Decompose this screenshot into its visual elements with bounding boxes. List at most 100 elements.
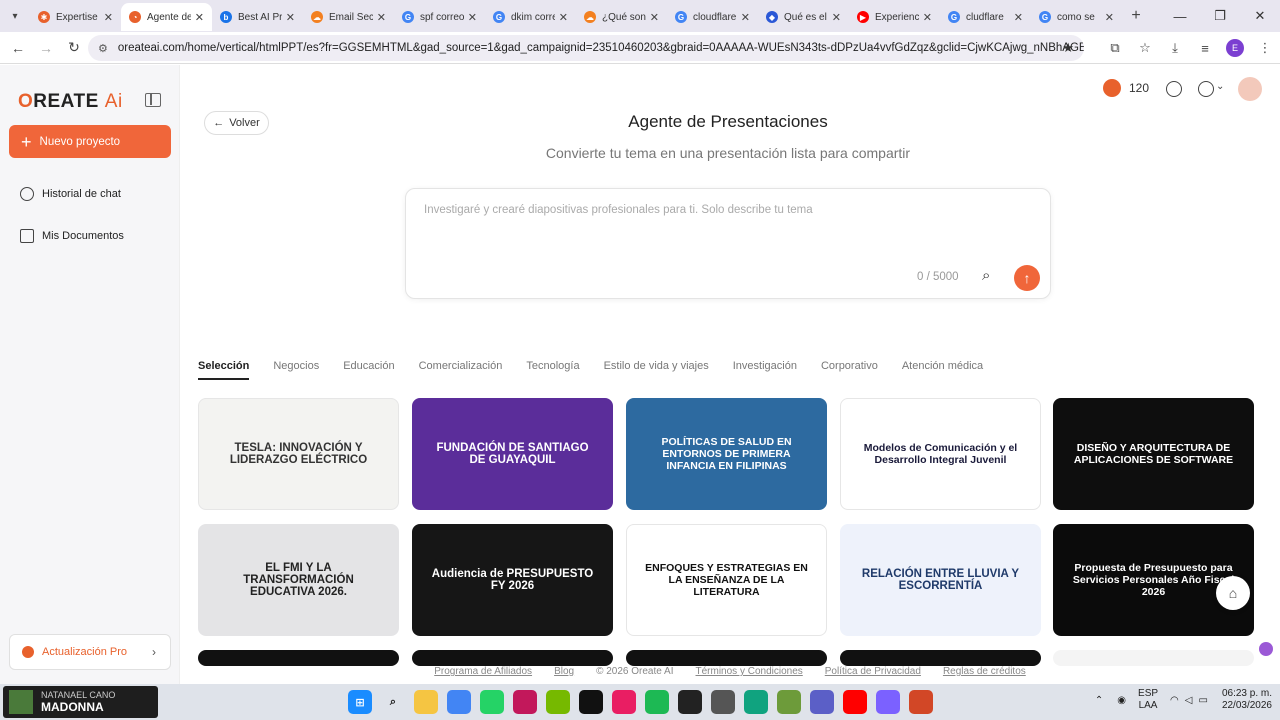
teams-icon[interactable] (810, 690, 834, 714)
app-icon[interactable] (513, 690, 537, 714)
language-globe-icon[interactable] (1198, 81, 1214, 97)
nvidia-icon[interactable] (546, 690, 570, 714)
language-indicator[interactable]: ESP LAA (1138, 688, 1158, 712)
close-window-button[interactable]: ✕ (1240, 0, 1280, 32)
category-tab[interactable]: Atención médica (902, 360, 983, 380)
attach-file-icon[interactable]: ⌕ (982, 267, 990, 284)
tab-close-icon[interactable]: ✕ (377, 11, 386, 24)
spotify-icon[interactable] (645, 690, 669, 714)
browser-tab[interactable]: ◆ Qué es el DNS ✕ (758, 3, 849, 31)
tab-close-icon[interactable]: ✕ (1014, 11, 1023, 24)
user-avatar[interactable] (1238, 77, 1262, 101)
youtube-icon[interactable] (843, 690, 867, 714)
sidebar-item-my-documents[interactable]: Mis Documentos (20, 229, 124, 243)
tab-close-icon[interactable]: ✕ (923, 11, 932, 24)
tab-close-icon[interactable]: ✕ (468, 11, 477, 24)
site-info-icon[interactable]: ⚙ (98, 42, 108, 55)
search-icon[interactable]: ⌕ (381, 690, 405, 714)
chevron-down-icon[interactable]: ⌄ (1216, 81, 1224, 92)
sidebar-collapse-icon[interactable] (145, 93, 161, 107)
downloads-icon[interactable]: ⤓ (1160, 40, 1190, 56)
send-button[interactable]: ↑ (1014, 265, 1040, 291)
tab-close-icon[interactable]: ✕ (832, 11, 841, 24)
app-icon-3[interactable] (876, 690, 900, 714)
template-card[interactable]: ENFOQUES Y ESTRATEGIAS EN LA ENSEÑANZA D… (626, 524, 827, 636)
profile-avatar[interactable]: E (1226, 39, 1244, 57)
footer-link[interactable]: Programa de Afiliados (434, 666, 532, 684)
category-tab[interactable]: Comercialización (419, 360, 503, 380)
footer-link[interactable]: Política de Privacidad (825, 666, 921, 684)
browser-menu-icon[interactable]: ⋮ (1250, 40, 1280, 56)
tiktok-alt-icon[interactable] (612, 690, 636, 714)
template-card[interactable]: Modelos de Comunicación y el Desarrollo … (840, 398, 1041, 510)
category-tab[interactable]: Educación (343, 360, 394, 380)
credits-counter[interactable]: 120 (1103, 79, 1149, 97)
category-tab[interactable]: Investigación (733, 360, 797, 380)
windows-start-icon[interactable]: ⊞ (348, 690, 372, 714)
powerpoint-icon[interactable] (909, 690, 933, 714)
tab-close-icon[interactable]: ✕ (195, 11, 204, 24)
template-card[interactable]: FUNDACIÓN DE SANTIAGO DE GUAYAQUIL (412, 398, 613, 510)
tab-search-button[interactable]: ▾ (0, 0, 30, 32)
template-card[interactable]: POLÍTICAS DE SALUD EN ENTORNOS DE PRIMER… (626, 398, 827, 510)
template-card-partial[interactable] (1053, 650, 1254, 666)
tiktok-icon[interactable] (579, 690, 603, 714)
category-tab[interactable]: Selección (198, 360, 250, 380)
tab-close-icon[interactable]: ✕ (559, 11, 568, 24)
chatgpt-icon[interactable] (744, 690, 768, 714)
category-tab[interactable]: Negocios (273, 360, 319, 380)
browser-tab[interactable]: Gspf correo ✕ (394, 3, 485, 31)
browser-tab[interactable]: ◔ Agente de Presentaciones ✕ (121, 3, 212, 31)
assistant-fab-icon[interactable] (1259, 642, 1273, 656)
chat-support-button[interactable]: ⌂ (1216, 576, 1250, 610)
browser-tab[interactable]: ☁ ¿Qué son los registros ✕ (576, 3, 667, 31)
category-tab[interactable]: Corporativo (821, 360, 878, 380)
file-explorer-icon[interactable] (414, 690, 438, 714)
browser-tab[interactable]: ▶ Experiencia ✕ (849, 3, 940, 31)
tray-chevron-icon[interactable]: ⌃ (1095, 695, 1103, 706)
tab-close-icon[interactable]: ✕ (286, 11, 295, 24)
browser-tab[interactable]: ☁ Email Security ✕ (303, 3, 394, 31)
minecraft-icon[interactable] (777, 690, 801, 714)
chrome-icon[interactable] (447, 690, 471, 714)
back-nav-icon[interactable]: ← (4, 40, 32, 56)
bookmark-star-icon[interactable]: ★ (1062, 40, 1074, 56)
template-card[interactable]: DISEÑO Y ARQUITECTURA DE APLICACIONES DE… (1053, 398, 1254, 510)
extensions-icon[interactable]: ⧉ (1100, 40, 1130, 56)
template-card[interactable]: TESLA: INNOVACIÓN Y LIDERAZGO ELÉCTRICO (198, 398, 399, 510)
url-field[interactable]: ⚙ oreateai.com/home/vertical/htmlPPT/es?… (88, 35, 1084, 61)
footer-link[interactable]: Términos y Condiciones (696, 666, 803, 684)
footer-link[interactable]: Blog (554, 666, 574, 684)
browser-tab[interactable]: Gdkim correo ✕ (485, 3, 576, 31)
template-card-partial[interactable] (198, 650, 399, 666)
discount-icon[interactable] (1166, 81, 1182, 97)
template-card-partial[interactable] (626, 650, 827, 666)
maximize-button[interactable]: ❐ (1200, 0, 1240, 32)
tab-close-icon[interactable]: ✕ (1105, 11, 1114, 24)
browser-tab[interactable]: ✱ Expertise ✕ (30, 3, 121, 31)
forward-nav-icon[interactable]: → (32, 40, 60, 56)
minimize-button[interactable]: — (1160, 0, 1200, 32)
wifi-icon[interactable]: ◠ (1170, 695, 1179, 706)
browser-tab[interactable]: Gcomo se ✕ (1031, 3, 1122, 31)
tab-close-icon[interactable]: ✕ (741, 11, 750, 24)
volume-icon[interactable]: ◁ (1185, 695, 1193, 706)
capcut-icon[interactable] (678, 690, 702, 714)
new-tab-button[interactable]: + (1122, 7, 1150, 25)
whatsapp-icon[interactable] (480, 690, 504, 714)
sidebar-item-chat-history[interactable]: Historial de chat (20, 187, 121, 201)
browser-tab[interactable]: Gcloudflare ✕ (667, 3, 758, 31)
bookmarks-icon[interactable]: ☆ (1130, 40, 1160, 56)
media-control-icon[interactable]: ≡ (1190, 41, 1220, 56)
app-icon-2[interactable] (711, 690, 735, 714)
browser-tab[interactable]: Gcludflare ✕ (940, 3, 1031, 31)
clock[interactable]: 06:23 p. m. 22/03/2026 (1222, 688, 1272, 712)
template-card[interactable]: Audiencia de PRESUPUESTO FY 2026 (412, 524, 613, 636)
tab-close-icon[interactable]: ✕ (650, 11, 659, 24)
battery-icon[interactable]: ▭ (1198, 695, 1207, 706)
browser-tab[interactable]: b Best AI Presentation ✕ (212, 3, 303, 31)
template-card-partial[interactable] (840, 650, 1041, 666)
new-project-button[interactable]: + Nuevo proyecto (9, 125, 171, 158)
template-card[interactable]: RELACIÓN ENTRE LLUVIA Y ESCORRENTÍA (840, 524, 1041, 636)
tab-close-icon[interactable]: ✕ (104, 11, 113, 24)
